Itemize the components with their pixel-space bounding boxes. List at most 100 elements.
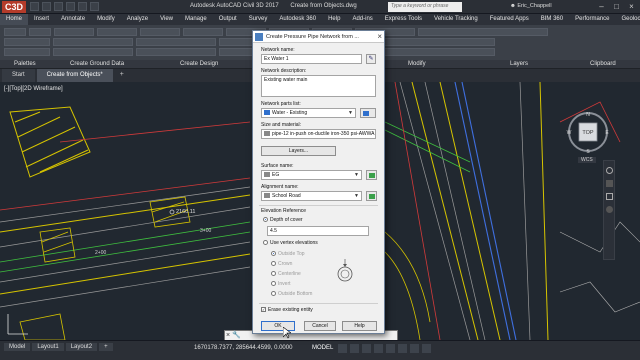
panel-label-modify[interactable]: Modify (408, 60, 426, 68)
parcel-tool[interactable] (183, 28, 223, 36)
grid-icon[interactable] (338, 344, 347, 353)
snap-icon[interactable] (350, 344, 359, 353)
ribbon-tab-home[interactable]: Home (0, 14, 29, 25)
name-template-icon[interactable]: ✎ (366, 54, 376, 64)
steering-wheel-icon[interactable] (606, 167, 613, 174)
ribbon-tab-modify[interactable]: Modify (91, 14, 121, 25)
ribbon-tab-output[interactable]: Output (213, 14, 243, 25)
vertex-option-centerline[interactable]: Centerline (271, 271, 301, 277)
ribbon-tab-survey[interactable]: Survey (243, 14, 274, 25)
new-icon[interactable] (30, 2, 39, 11)
cancel-button[interactable]: Cancel (304, 321, 336, 331)
pick-alignment-button[interactable] (366, 191, 377, 201)
panel-label-create-design[interactable]: Create Design (180, 60, 218, 68)
size-material-select[interactable]: pipe-12 in-push on-ductile iron-350 psi-… (261, 129, 376, 139)
network-name-input[interactable]: Ex Water 1 (261, 54, 362, 64)
ribbon-tab-vehicle-tracking[interactable]: Vehicle Tracking (428, 14, 484, 25)
vertex-option-invert[interactable]: Invert (271, 281, 291, 287)
doc-tab-start[interactable]: Start (2, 69, 35, 82)
orbit-icon[interactable] (606, 206, 613, 213)
ribbon-tab-geolocation[interactable]: Geolocation (615, 14, 640, 25)
command-close-icon[interactable]: × 🔧 (226, 331, 241, 339)
traverse-tool[interactable] (140, 28, 180, 36)
viewport-controls-label[interactable]: [-][Top][2D Wireframe] (4, 86, 63, 92)
use-vertex-elevations-radio[interactable]: Use vertex elevations (263, 240, 318, 246)
ribbon-tab-featured-apps[interactable]: Featured Apps (484, 14, 535, 25)
panel-label-layers[interactable]: Layers (510, 60, 528, 68)
parts-list-select[interactable]: Water - Existing ▼ (261, 108, 356, 118)
vertex-option-crown[interactable]: Crown (271, 261, 292, 267)
ribbon-tab-annotate[interactable]: Annotate (55, 14, 91, 25)
layers-button[interactable]: Layers... (261, 146, 336, 156)
ortho-icon[interactable] (362, 344, 371, 353)
toolspace-icon[interactable] (4, 28, 26, 36)
app-menu-button[interactable]: C3D (2, 1, 26, 13)
dialog-titlebar[interactable]: Create Pressure Pipe Network from ... × (253, 31, 384, 43)
save-icon[interactable] (54, 2, 63, 11)
model-space-toggle[interactable]: MODEL (312, 345, 333, 351)
user-account[interactable]: ☻ Eric_Chappell (510, 3, 552, 9)
ribbon-tool-g[interactable] (4, 48, 50, 56)
lineweight-icon[interactable] (398, 344, 407, 353)
surface-select[interactable]: EG ▼ (261, 170, 362, 180)
viewcube-top-label[interactable]: TOP (582, 130, 594, 136)
polar-icon[interactable] (374, 344, 383, 353)
navigation-bar[interactable] (603, 160, 615, 260)
open-icon[interactable] (42, 2, 51, 11)
ribbon-tool-a[interactable] (4, 38, 50, 46)
help-button[interactable]: Help (342, 321, 377, 331)
depth-of-cover-radio[interactable]: Depth of cover (263, 217, 303, 223)
annotation-icon[interactable] (410, 344, 419, 353)
vertex-option-outside-bottom[interactable]: Outside Bottom (271, 291, 312, 297)
close-icon[interactable]: × (625, 1, 638, 12)
ribbon-tab-help[interactable]: Help (322, 14, 346, 25)
points-tool[interactable] (54, 28, 94, 36)
workspace-icon[interactable] (422, 344, 431, 353)
doc-tab-drawing[interactable]: Create from Objects* (36, 69, 113, 82)
ribbon-tool-b[interactable] (53, 38, 133, 46)
pick-surface-button[interactable] (366, 170, 377, 180)
ribbon-tab-autodesk-360[interactable]: Autodesk 360 (273, 14, 322, 25)
ribbon-tool-c[interactable] (136, 38, 216, 46)
alignment-select[interactable]: School Road ▼ (261, 191, 362, 201)
ribbon-tab-insert[interactable]: Insert (28, 14, 55, 25)
new-tab-icon[interactable]: + (115, 69, 129, 82)
ribbon-tab-performance[interactable]: Performance (569, 14, 615, 25)
ribbon-tab-add-ins[interactable]: Add-ins (346, 14, 378, 25)
pan-icon[interactable] (606, 180, 613, 187)
palettes-icon[interactable] (29, 28, 51, 36)
erase-existing-checkbox[interactable]: ✓ Erase existing entity (261, 307, 313, 313)
layer-dropdown[interactable] (418, 28, 548, 36)
ribbon-tab-bim-360[interactable]: BIM 360 (535, 14, 569, 25)
layout-tab-layout2[interactable]: Layout2 (65, 343, 98, 351)
viewcube-e-label[interactable]: E (605, 130, 609, 136)
panel-label-palettes[interactable]: Palettes (14, 60, 36, 68)
depth-of-cover-input[interactable]: 4.5 (267, 226, 369, 236)
ribbon-tool-i[interactable] (136, 48, 216, 56)
layout-tab-layout1[interactable]: Layout1 (32, 343, 64, 351)
ribbon-tab-manage[interactable]: Manage (179, 14, 213, 25)
redo-icon[interactable] (78, 2, 87, 11)
add-layout-icon[interactable]: + (99, 343, 113, 351)
panel-label-clipboard[interactable]: Clipboard (590, 60, 616, 68)
viewcube-n-label[interactable]: N (586, 112, 590, 118)
parts-list-edit-button[interactable] (360, 108, 376, 118)
ribbon-tool-h[interactable] (53, 48, 133, 56)
layout-tab-model[interactable]: Model (4, 343, 31, 351)
vertex-option-outside-top[interactable]: Outside Top (271, 251, 305, 257)
osnap-icon[interactable] (386, 344, 395, 353)
print-icon[interactable] (90, 2, 99, 11)
ribbon-tab-analyze[interactable]: Analyze (121, 14, 154, 25)
minimize-icon[interactable]: – (595, 1, 608, 12)
search-input[interactable]: Type a keyword or phrase (388, 2, 462, 12)
dialog-close-icon[interactable]: × (377, 32, 382, 41)
surfaces-tool[interactable] (97, 28, 137, 36)
viewcube[interactable]: TOP N S E W (566, 110, 610, 155)
viewcube-w-label[interactable]: W (567, 130, 572, 136)
wcs-menu[interactable]: WCS (578, 157, 596, 163)
panel-label-create-ground[interactable]: Create Ground Data (70, 60, 124, 68)
ribbon-tab-express-tools[interactable]: Express Tools (379, 14, 428, 25)
undo-icon[interactable] (66, 2, 75, 11)
maximize-icon[interactable]: □ (610, 1, 623, 12)
network-description-input[interactable]: Existing water main (261, 75, 376, 97)
